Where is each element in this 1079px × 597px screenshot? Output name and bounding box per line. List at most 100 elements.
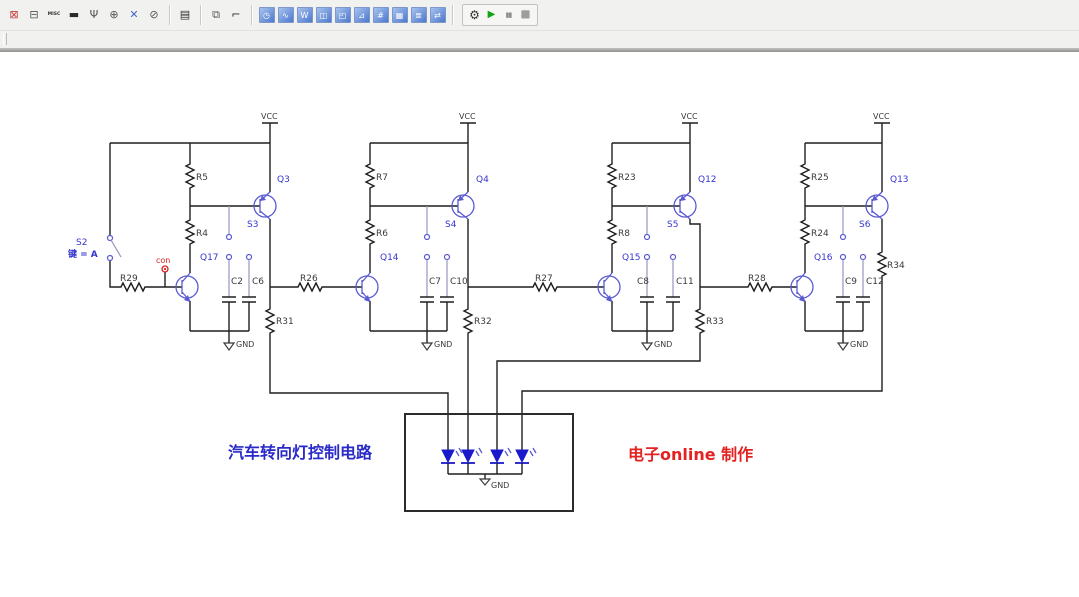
logic-converter-icon[interactable]: ⇄	[430, 7, 446, 23]
capacitor-C9-branch[interactable]	[836, 206, 850, 331]
bode-plotter-icon[interactable]: ⊿	[354, 7, 370, 23]
oscilloscope-icon[interactable]: ◫	[316, 7, 332, 23]
q13-label: Q13	[890, 175, 909, 185]
place-analog-icon[interactable]: ⊕	[105, 6, 123, 24]
r34-label: R34	[887, 261, 905, 271]
pause-icon[interactable]: ▮▮	[501, 6, 516, 24]
simulation-settings-icon[interactable]: ⚙	[467, 6, 482, 24]
main-toolbar: ⊠ ⊟ MISC ▬ Ψ ⊕ ✕ ⊘ ▤ ⧉ ⌐ ◷ ∿ W ◫ ◰ ⊿ # ▦…	[0, 0, 1079, 31]
hierarchy-icon[interactable]: ⧉	[207, 6, 225, 24]
credit-text: 电子online 制作	[628, 445, 753, 464]
r29-label: R29	[120, 274, 138, 284]
gnd-label: GND	[236, 340, 254, 349]
logic-analyzer-icon[interactable]: ≣	[411, 7, 427, 23]
place-misc-icon[interactable]: MISC	[45, 6, 63, 24]
r8-label: R8	[618, 229, 630, 239]
capacitor-C11-branch[interactable]	[666, 255, 680, 332]
secondary-toolbar	[0, 31, 1079, 48]
resistor-R28[interactable]	[700, 283, 797, 291]
resistor-R26[interactable]	[270, 283, 362, 291]
r5-label: R5	[196, 173, 208, 183]
gnd-label: GND	[491, 481, 509, 490]
gnd-label: GND	[434, 340, 452, 349]
run-icon[interactable]: ▶	[484, 6, 499, 24]
led-1[interactable]	[441, 448, 462, 474]
vcc-label: VCC	[261, 112, 278, 121]
schematic-svg[interactable]: S2 键 = A R29 con R5 R4 Q17 Q3 S3 C2 C6 R…	[0, 52, 1079, 597]
frequency-counter-icon[interactable]: #	[373, 7, 389, 23]
capacitor-C10-branch[interactable]	[440, 255, 454, 332]
schematic-canvas[interactable]: S2 键 = A R29 con R5 R4 Q17 Q3 S3 C2 C6 R…	[0, 52, 1079, 597]
con-label: con	[156, 256, 170, 265]
s2-key-label: 键 = A	[67, 248, 98, 260]
r4-label: R4	[196, 229, 208, 239]
place-digital-icon[interactable]: ⊘	[145, 6, 163, 24]
function-generator-icon[interactable]: ∿	[278, 7, 294, 23]
led-3[interactable]	[490, 448, 511, 474]
place-source-icon[interactable]: ⊠	[5, 6, 23, 24]
wattmeter-icon[interactable]: W	[297, 7, 313, 23]
ladder-diagram-icon[interactable]: ⌐	[227, 6, 245, 24]
capacitor-C7-branch[interactable]	[420, 206, 434, 331]
probe-con[interactable]	[162, 266, 168, 272]
c8-label: C8	[637, 277, 649, 287]
capacitor-C2-branch[interactable]	[222, 206, 236, 331]
vcc-label: VCC	[681, 112, 698, 121]
four-channel-oscilloscope-icon[interactable]: ◰	[335, 7, 351, 23]
r26-label: R26	[300, 274, 318, 284]
r6-label: R6	[376, 229, 388, 239]
gnd-label: GND	[654, 340, 672, 349]
c12-label: C12	[866, 277, 884, 287]
word-generator-icon[interactable]: ▦	[392, 7, 408, 23]
circuit-title: 汽车转向灯控制电路	[228, 443, 373, 462]
capacitor-C12-branch[interactable]	[856, 255, 870, 332]
q17-label: Q17	[200, 253, 219, 263]
q14-label: Q14	[380, 253, 399, 263]
place-rf-icon[interactable]: Ψ	[85, 6, 103, 24]
place-basic-icon[interactable]: ⊟	[25, 6, 43, 24]
led-2[interactable]	[461, 448, 482, 474]
vcc-label: VCC	[873, 112, 890, 121]
s3-label: S3	[247, 220, 258, 230]
s4-label: S4	[445, 220, 457, 230]
capacitor-C8-branch[interactable]	[640, 206, 654, 331]
q4-label: Q4	[476, 175, 489, 185]
vcc-label: VCC	[459, 112, 476, 121]
toolbar-separator	[200, 5, 201, 25]
lamp-bank[interactable]: GND	[405, 414, 573, 511]
c9-label: C9	[845, 277, 857, 287]
toolbar-separator	[452, 5, 453, 25]
switch-S2[interactable]	[108, 236, 122, 261]
place-ic-icon[interactable]: ▤	[176, 6, 194, 24]
s5-label: S5	[667, 220, 678, 230]
r24-label: R24	[811, 229, 829, 239]
r32-label: R32	[474, 317, 492, 327]
toolbar-separator	[169, 5, 170, 25]
place-transistor-icon[interactable]: ▬	[65, 6, 83, 24]
r33-label: R33	[706, 317, 724, 327]
s6-label: S6	[859, 220, 871, 230]
q12-label: Q12	[698, 175, 717, 185]
stop-icon[interactable]: ■	[518, 6, 533, 24]
r7-label: R7	[376, 173, 388, 183]
simulation-toolbar: ⚙ ▶ ▮▮ ■	[462, 4, 538, 26]
multimeter-icon[interactable]: ◷	[259, 7, 275, 23]
r23-label: R23	[618, 173, 636, 183]
resistor-R27[interactable]	[468, 283, 604, 291]
q15-label: Q15	[622, 253, 641, 263]
c11-label: C11	[676, 277, 694, 287]
c7-label: C7	[429, 277, 441, 287]
capacitor-C6-branch[interactable]	[242, 255, 256, 332]
r31-label: R31	[276, 317, 294, 327]
q16-label: Q16	[814, 253, 833, 263]
r27-label: R27	[535, 274, 553, 284]
toolbar-grip[interactable]	[3, 33, 7, 45]
s2-label: S2	[76, 238, 87, 248]
place-cmos-icon[interactable]: ✕	[125, 6, 143, 24]
gnd-label: GND	[850, 340, 868, 349]
r25-label: R25	[811, 173, 829, 183]
led-4[interactable]	[515, 448, 536, 474]
c10-label: C10	[450, 277, 468, 287]
q3-label: Q3	[277, 175, 290, 185]
c6-label: C6	[252, 277, 264, 287]
